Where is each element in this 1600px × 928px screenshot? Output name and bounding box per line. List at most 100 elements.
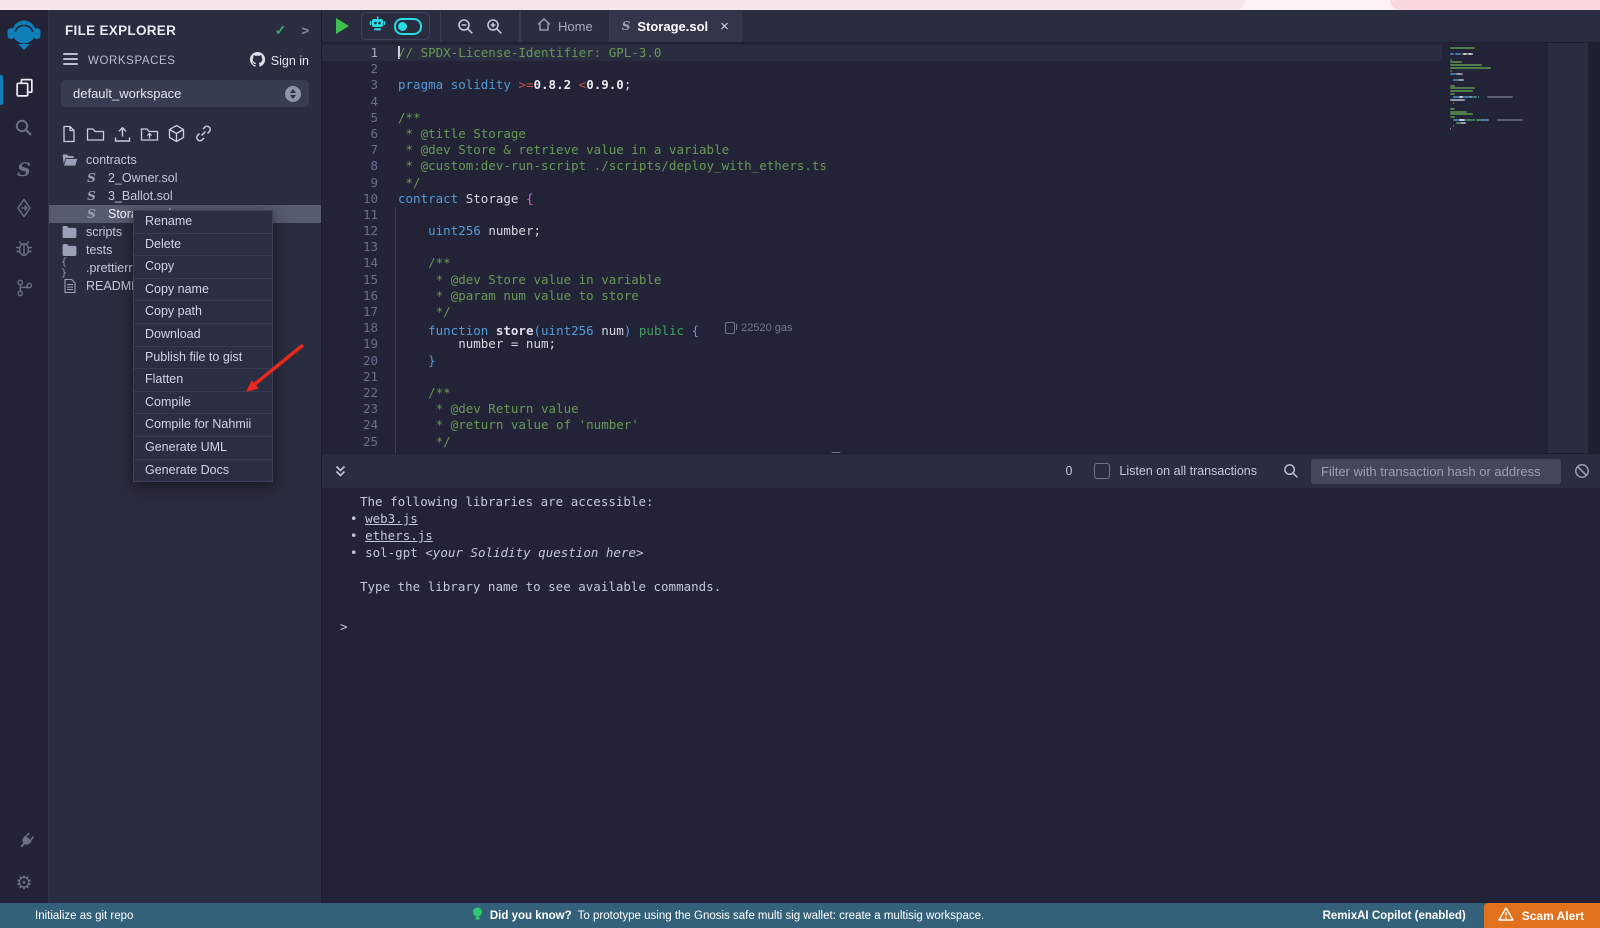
line-number[interactable]: 17 <box>322 304 378 320</box>
hamburger-menu-icon[interactable] <box>63 52 78 70</box>
terminal-search-icon[interactable] <box>1283 463 1299 479</box>
new-folder-icon[interactable] <box>86 125 105 143</box>
line-number[interactable]: 20 <box>322 353 378 369</box>
git-init-button[interactable]: Initialize as git repo <box>35 910 133 922</box>
file-explorer-icon <box>14 77 35 103</box>
line-number[interactable]: 18 <box>322 320 378 336</box>
line-number[interactable]: 1 <box>322 45 378 61</box>
context-menu-item-generate-docs[interactable]: Generate Docs <box>134 459 272 482</box>
file-tree-item-contracts[interactable]: contracts <box>49 151 321 169</box>
clear-console-icon[interactable] <box>1574 463 1590 479</box>
sidebar-item-file-explorer[interactable] <box>0 70 48 110</box>
sidebar-item-search[interactable] <box>0 110 48 150</box>
context-menu-item-compile[interactable]: Compile <box>134 391 272 414</box>
minimap[interactable] <box>1450 47 1528 131</box>
sidebar-item-settings[interactable]: ⚙ <box>0 863 48 903</box>
sidebar-item-solidity-compiler[interactable]: S <box>0 150 48 190</box>
line-number[interactable]: 5 <box>322 110 378 126</box>
terminal-collapse-icon[interactable] <box>334 465 347 478</box>
line-number[interactable]: 10 <box>322 191 378 207</box>
terminal-link-web3-js[interactable]: web3.js <box>365 511 418 526</box>
zoom-in-icon[interactable] <box>486 18 503 35</box>
workspace-name: default_workspace <box>73 86 285 101</box>
line-number[interactable]: 26 <box>322 450 378 453</box>
deploy-run-icon <box>14 198 34 223</box>
line-number[interactable]: 24 <box>322 417 378 433</box>
github-icon <box>250 52 265 70</box>
line-number[interactable]: 19 <box>322 336 378 352</box>
context-menu-item-publish-file-to-gist[interactable]: Publish file to gist <box>134 346 272 369</box>
listen-checkbox[interactable] <box>1094 463 1110 479</box>
context-menu-item-copy-name[interactable]: Copy name <box>134 278 272 301</box>
transaction-filter-input[interactable] <box>1311 459 1561 484</box>
file-icon <box>61 279 78 293</box>
line-number[interactable]: 13 <box>322 239 378 255</box>
close-tab-icon[interactable]: × <box>720 18 729 35</box>
code-line-7: 7 * @dev Store & retrieve value in a var… <box>322 142 1442 158</box>
gas-pump-icon <box>725 322 735 334</box>
sidebar-item-deploy-run[interactable] <box>0 190 48 230</box>
line-number[interactable]: 22 <box>322 385 378 401</box>
file-tree-item-2-owner-sol[interactable]: S2_Owner.sol <box>49 169 321 187</box>
context-menu-item-delete[interactable]: Delete <box>134 233 272 256</box>
upload-folder-icon[interactable] <box>140 125 159 143</box>
context-menu-item-generate-uml[interactable]: Generate UML <box>134 436 272 459</box>
chevron-right-icon[interactable]: > <box>301 23 309 38</box>
context-menu-item-flatten[interactable]: Flatten <box>134 368 272 391</box>
upload-file-icon[interactable] <box>113 125 132 143</box>
scam-alert-button[interactable]: Scam Alert <box>1484 903 1600 928</box>
tab-storage-sol[interactable]: S Storage.sol × <box>609 10 742 42</box>
remix-logo-icon[interactable] <box>6 17 42 60</box>
copilot-toggle[interactable] <box>394 18 422 35</box>
scrollbar-track[interactable] <box>1548 43 1588 453</box>
link-icon[interactable] <box>194 124 213 143</box>
line-number[interactable]: 25 <box>322 434 378 450</box>
context-menu-item-copy-path[interactable]: Copy path <box>134 300 272 323</box>
line-number[interactable]: 7 <box>322 142 378 158</box>
line-number[interactable]: 16 <box>322 288 378 304</box>
sidebar-item-debugger[interactable] <box>0 230 48 270</box>
context-menu-item-compile-for-nahmii[interactable]: Compile for Nahmii <box>134 413 272 436</box>
code-text: */ <box>398 434 451 450</box>
code-text: * @dev Return value <box>398 401 579 417</box>
gas-pump-icon <box>831 452 841 453</box>
line-number[interactable]: 12 <box>322 223 378 239</box>
new-file-icon[interactable] <box>60 125 78 143</box>
run-script-button[interactable] <box>336 18 349 34</box>
tab-home[interactable]: Home <box>520 10 609 42</box>
context-menu-item-rename[interactable]: Rename <box>134 211 272 233</box>
ai-robot-icon[interactable] <box>369 16 386 36</box>
line-number[interactable]: 8 <box>322 158 378 174</box>
line-number[interactable]: 23 <box>322 401 378 417</box>
file-tree-item-3-ballot-sol[interactable]: S3_Ballot.sol <box>49 187 321 205</box>
line-number[interactable]: 15 <box>322 272 378 288</box>
tip-text: Did you know? To prototype using the Gno… <box>490 910 984 922</box>
terminal-prompt[interactable]: > <box>340 618 1600 635</box>
sidebar-item-git[interactable] <box>0 270 48 310</box>
code-line-19: 19 number = num; <box>322 336 1442 352</box>
home-icon <box>537 18 551 34</box>
code-text: number = num; <box>398 336 556 352</box>
terminal-output[interactable]: The following libraries are accessible:•… <box>322 488 1600 903</box>
code-line-26: 26 function retrieve() public view retur… <box>322 450 1442 453</box>
sidebar-item-plugin-manager[interactable] <box>0 823 48 863</box>
terminal-link-ethers-js[interactable]: ethers.js <box>365 528 433 543</box>
bug-icon <box>14 238 34 263</box>
line-number[interactable]: 9 <box>322 175 378 191</box>
line-number[interactable]: 4 <box>322 94 378 110</box>
line-number[interactable]: 3 <box>322 77 378 93</box>
line-number[interactable]: 6 <box>322 126 378 142</box>
ipfs-box-icon[interactable] <box>167 124 186 143</box>
line-number[interactable]: 2 <box>322 61 378 77</box>
line-number[interactable]: 14 <box>322 255 378 271</box>
context-menu-item-download[interactable]: Download <box>134 323 272 346</box>
zoom-out-icon[interactable] <box>457 18 474 35</box>
code-editor[interactable]: 1// SPDX-License-Identifier: GPL-3.023pr… <box>322 43 1600 453</box>
code-text: * @dev Store & retrieve value in a varia… <box>398 142 729 158</box>
line-number[interactable]: 21 <box>322 369 378 385</box>
sol-icon: S <box>83 171 100 185</box>
line-number[interactable]: 11 <box>322 207 378 223</box>
context-menu-item-copy[interactable]: Copy <box>134 255 272 278</box>
workspace-select[interactable]: default_workspace <box>61 80 309 107</box>
sign-in-button[interactable]: Sign in <box>250 52 309 70</box>
